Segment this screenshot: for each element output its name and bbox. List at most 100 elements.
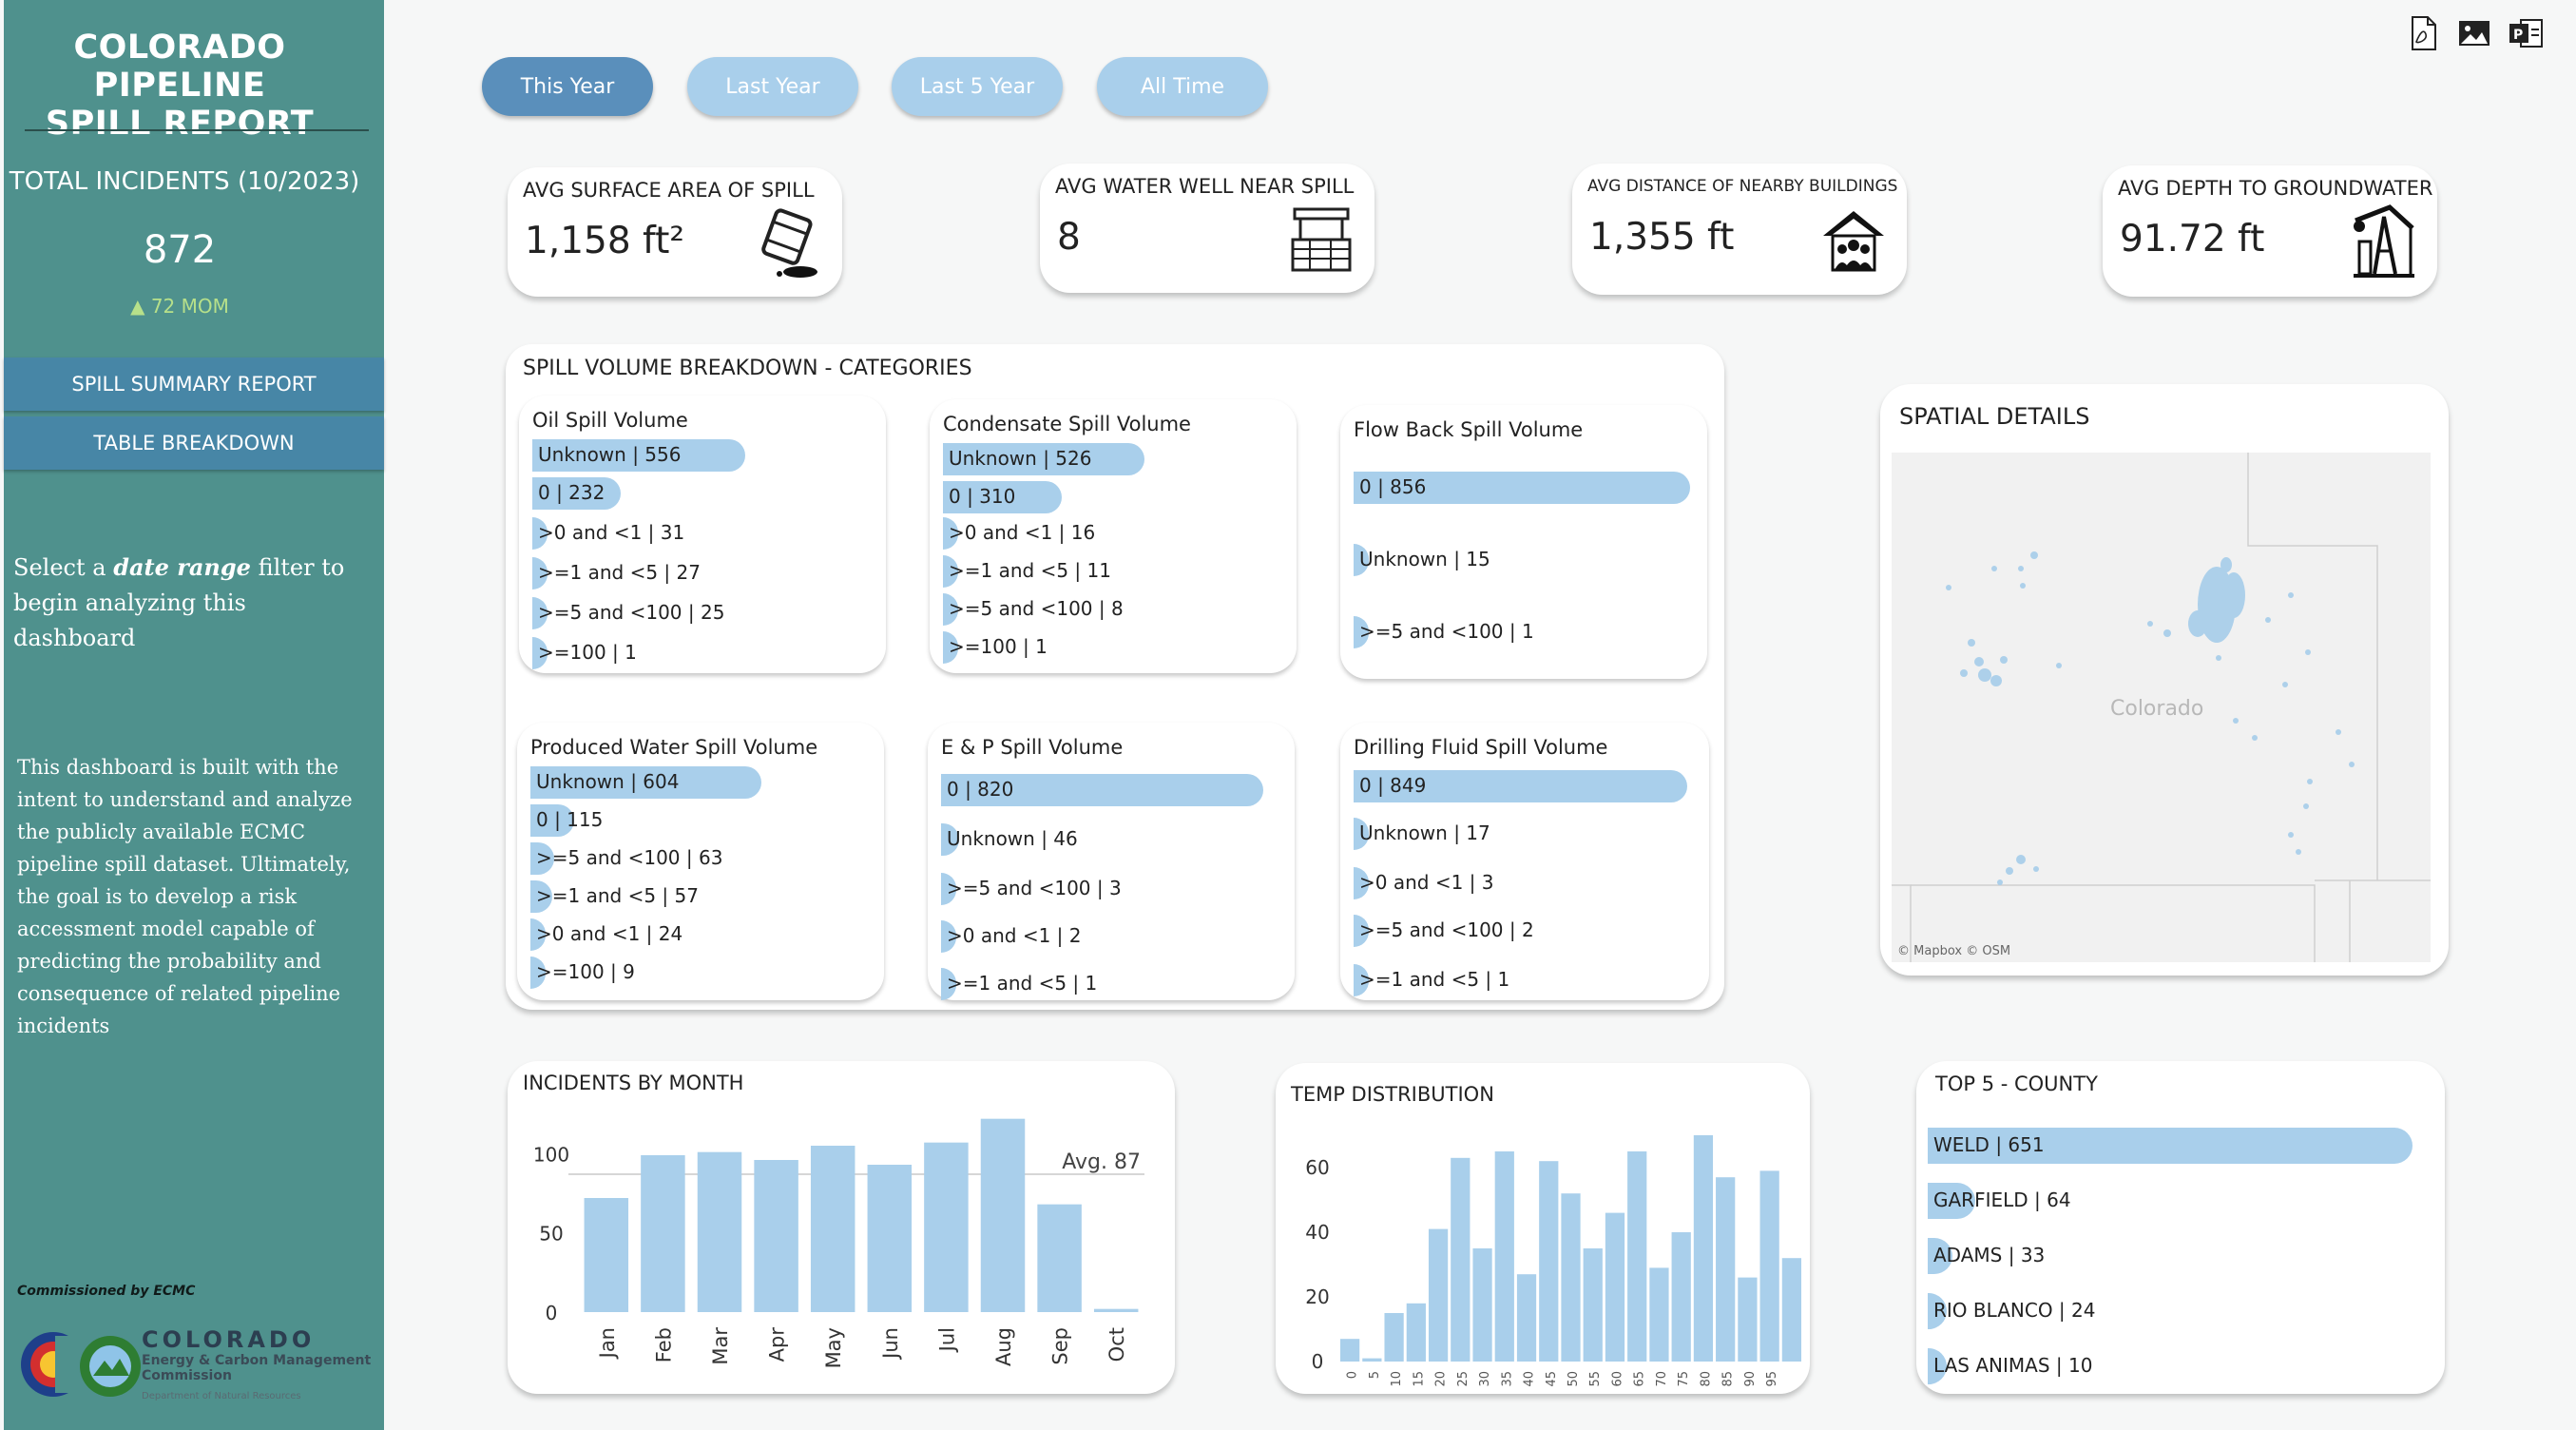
filter-this-year[interactable]: This Year (482, 57, 653, 116)
category-bar-label: >0 and <1 | 24 (536, 922, 683, 945)
category-bar-row[interactable]: Unknown | 17 (1354, 818, 1696, 850)
category-bar-row[interactable]: >=5 and <100 | 8 (943, 593, 1276, 626)
category-bar-label: 0 | 849 (1359, 774, 1427, 797)
county-bar-row[interactable]: WELD | 651 (1928, 1128, 2413, 1164)
county-bar-row[interactable]: RIO BLANCO | 24 (1928, 1293, 2413, 1329)
image-export-icon[interactable] (2456, 15, 2492, 51)
nav-spill-summary-report[interactable]: SPILL SUMMARY REPORT (4, 358, 384, 411)
month-bar (867, 1165, 913, 1312)
x-tick-label: 70 (1655, 1371, 1669, 1387)
category-bar-row[interactable]: 0 | 820 (941, 774, 1283, 806)
county-bar-row[interactable]: LAS ANIMAS | 10 (1928, 1348, 2413, 1384)
x-tick-label: Jan (596, 1327, 619, 1360)
category-bar-label: 0 | 856 (1359, 475, 1427, 498)
filter-last-year[interactable]: Last Year (687, 57, 858, 116)
category-bar-label: >=1 and <5 | 11 (949, 559, 1111, 582)
map-attribution: © Mapbox © OSM (1897, 944, 2010, 958)
county-bar-row[interactable]: GARFIELD | 64 (1928, 1183, 2413, 1219)
category-bar-row[interactable]: >0 and <1 | 31 (532, 517, 865, 550)
category-bar-row[interactable]: Unknown | 556 (532, 439, 865, 472)
x-tick-label: Jun (879, 1327, 902, 1361)
temp-bar (1583, 1248, 1603, 1362)
report-title-line1: COLORADO PIPELINE (73, 29, 286, 105)
x-tick-label: Feb (652, 1327, 675, 1362)
category-bar-row[interactable]: >=1 and <5 | 57 (530, 880, 863, 913)
powerpoint-export-icon[interactable]: P (2508, 15, 2544, 51)
temp-bar (1781, 1258, 1801, 1362)
temp-bar (1406, 1303, 1426, 1362)
category-bar-row[interactable]: >=100 | 1 (532, 637, 865, 669)
condensate-spill-volume-card: Condensate Spill Volume Unknown | 526 0 | … (930, 399, 1297, 673)
temp-bar (1561, 1193, 1581, 1362)
category-bar-row[interactable]: >=1 and <5 | 11 (943, 555, 1276, 588)
date-range-prompt: Select a date range filter to begin anal… (13, 550, 375, 656)
x-tick-label: 90 (1743, 1371, 1758, 1387)
category-bar-label: >=1 and <5 | 57 (536, 884, 699, 907)
prompt-text-emphasis: date range (113, 553, 251, 581)
category-bar-row[interactable]: >=5 and <100 | 2 (1354, 915, 1696, 947)
category-bar-label: 0 | 310 (949, 485, 1016, 508)
category-bar-row[interactable]: >0 and <1 | 16 (943, 517, 1276, 550)
y-tick-label: 50 (539, 1223, 563, 1246)
water-well-icon (1291, 207, 1352, 272)
category-bar-row[interactable]: >=5 and <100 | 63 (530, 842, 863, 875)
ecmc-logo-text: COLORADO Energy & Carbon Management Comm… (142, 1326, 371, 1401)
category-bar-row[interactable]: >=5 and <100 | 3 (941, 873, 1283, 905)
temp-bar (1716, 1177, 1736, 1362)
temp-bar (1516, 1274, 1537, 1362)
category-bar-row[interactable]: 0 | 856 (1354, 472, 1696, 504)
pdf-export-icon[interactable] (2405, 15, 2441, 51)
x-tick-label: 95 (1765, 1371, 1779, 1387)
category-bar-row[interactable]: Unknown | 46 (941, 823, 1283, 856)
kpi-label: AVG WATER WELL NEAR SPILL (1055, 175, 1355, 198)
category-bar-row[interactable]: 0 | 232 (532, 477, 865, 510)
category-bar-row[interactable]: Unknown | 526 (943, 443, 1276, 475)
svg-text:P: P (2513, 28, 2523, 43)
category-bar-row[interactable]: >=1 and <5 | 1 (1354, 964, 1696, 996)
flow-back-spill-volume-card: Flow Back Spill Volume 0 | 856 Unknown | 1… (1340, 405, 1707, 679)
category-bar-row[interactable]: >=100 | 9 (530, 957, 863, 989)
category-bar-row[interactable]: >=5 and <100 | 1 (1354, 616, 1696, 648)
kpi-value: 8 (1057, 216, 1081, 259)
category-bar-row[interactable]: 0 | 849 (1354, 770, 1696, 802)
category-bar-row[interactable]: >=1 and <5 | 1 (941, 968, 1283, 1000)
category-bar-row[interactable]: 0 | 310 (943, 481, 1276, 513)
category-bar-row[interactable]: >0 and <1 | 3 (1354, 867, 1696, 899)
category-bar-label: >=5 and <100 | 2 (1359, 918, 1534, 941)
category-bar-row[interactable]: >0 and <1 | 24 (530, 918, 863, 951)
temp-bar (1627, 1151, 1647, 1362)
category-bar-label: Unknown | 46 (947, 827, 1078, 850)
category-bar-row[interactable]: 0 | 115 (530, 804, 863, 837)
x-tick-label: 25 (1456, 1371, 1471, 1387)
nav-table-breakdown[interactable]: TABLE BREAKDOWN (4, 416, 384, 470)
pumpjack-icon (2354, 204, 2414, 278)
kpi-value: 91.72 ft (2120, 218, 2265, 261)
produced-water-spill-volume-title: Produced Water Spill Volume (530, 736, 818, 759)
kpi-avg-surface-area: AVG SURFACE AREA OF SPILL 1,158 ft² (508, 167, 842, 297)
x-tick-label: Apr (766, 1327, 789, 1362)
x-tick-label: May (822, 1327, 845, 1368)
category-bar-row[interactable]: >=1 and <5 | 27 (532, 557, 865, 589)
x-tick-label: 80 (1699, 1371, 1713, 1387)
oil-spill-volume-card: Oil Spill Volume Unknown | 556 0 | 232 >0 a… (519, 396, 886, 673)
filter-all-time[interactable]: All Time (1097, 57, 1268, 116)
category-bar-label: 0 | 820 (947, 778, 1014, 801)
temp-bar (1539, 1161, 1559, 1362)
category-bar-row[interactable]: >=100 | 1 (943, 631, 1276, 664)
drilling-fluid-spill-volume-card: Drilling Fluid Spill Volume 0 | 849 Unknow… (1340, 723, 1709, 1000)
temp-bar (1738, 1277, 1758, 1362)
logo-commission-line2: Commission (142, 1368, 232, 1383)
county-bar-label: WELD | 651 (1933, 1133, 2045, 1156)
temp-bar (1605, 1212, 1625, 1362)
colorado-map[interactable]: Colorado © Mapbox © OSM (1892, 453, 2431, 962)
category-bar-label: Unknown | 604 (536, 770, 680, 793)
county-bar-row[interactable]: ADAMS | 33 (1928, 1238, 2413, 1274)
kpi-avg-water-well: AVG WATER WELL NEAR SPILL 8 (1040, 164, 1375, 293)
category-bar-row[interactable]: Unknown | 15 (1354, 544, 1696, 576)
category-bar-row[interactable]: >0 and <1 | 2 (941, 920, 1283, 953)
filter-last-5-year[interactable]: Last 5 Year (892, 57, 1063, 116)
report-title: COLORADO PIPELINE SPILL REPORT (4, 29, 356, 143)
category-bar-row[interactable]: >=5 and <100 | 25 (532, 597, 865, 629)
category-bar-row[interactable]: Unknown | 604 (530, 766, 863, 799)
category-bar-label: 0 | 115 (536, 808, 604, 831)
